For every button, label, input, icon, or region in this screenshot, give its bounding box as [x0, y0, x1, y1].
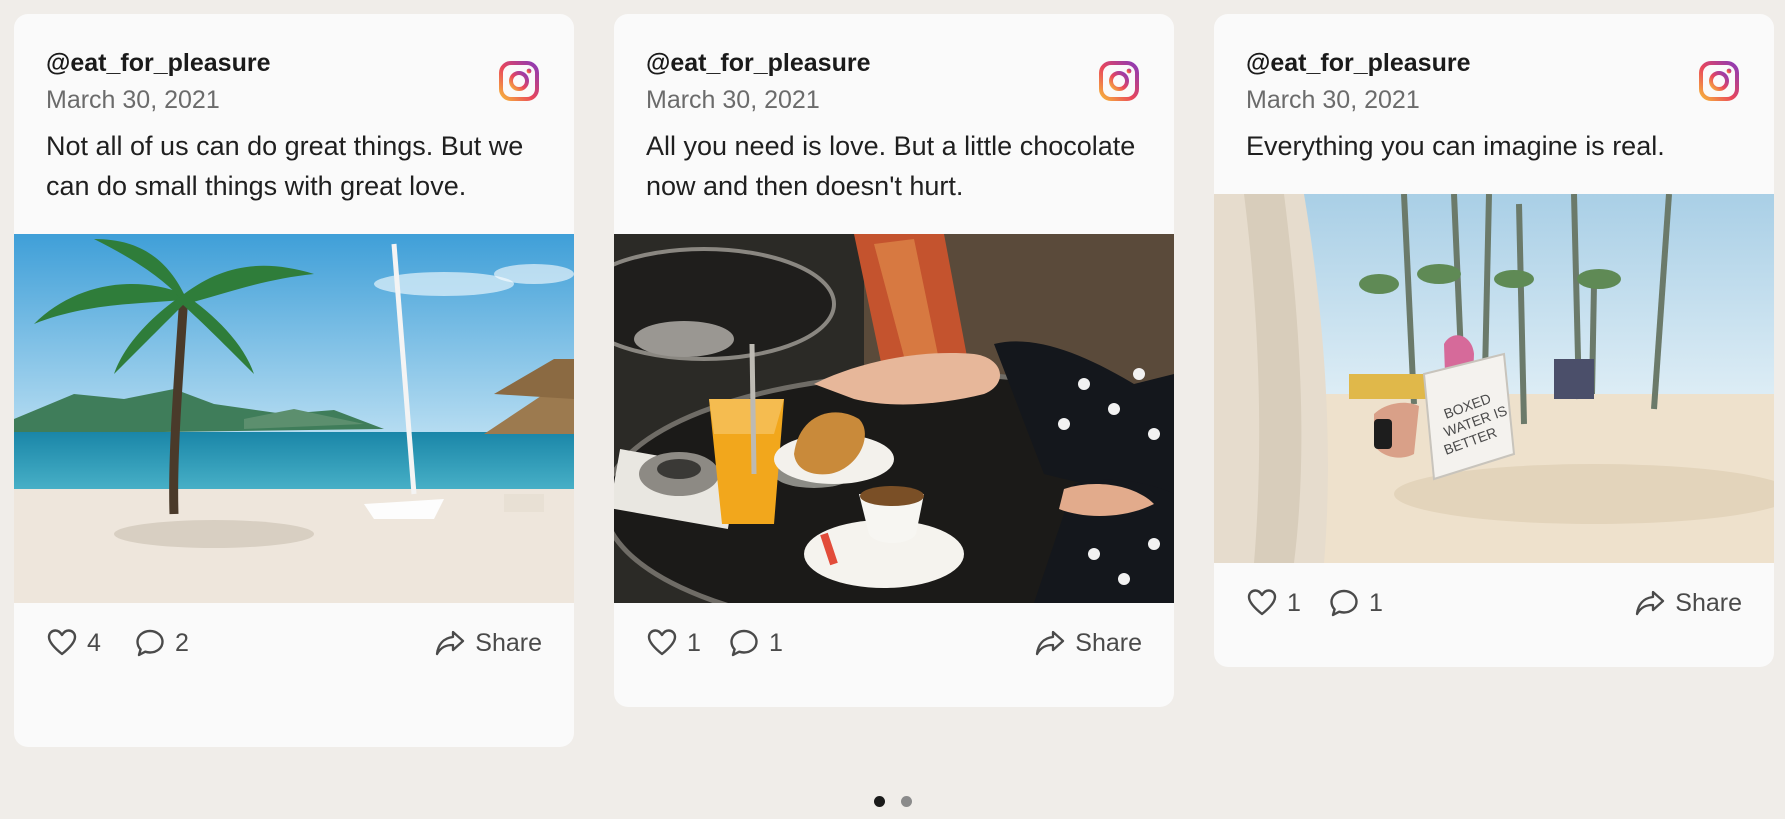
share-button[interactable]: Share	[1634, 587, 1742, 619]
post-author[interactable]: @eat_for_pleasure	[46, 48, 542, 78]
post-card[interactable]: @eat_for_pleasure March 30, 2021 Everyth…	[1214, 14, 1774, 667]
social-feed: @eat_for_pleasure March 30, 2021 Not all…	[0, 0, 1785, 819]
post-actions: 1 1 Share	[614, 603, 1174, 695]
like-count: 1	[1287, 588, 1301, 617]
instagram-icon[interactable]	[1698, 60, 1740, 102]
post-caption: All you need is love. But a little choco…	[646, 131, 1136, 201]
post-photo-cafe[interactable]	[614, 234, 1174, 603]
post-actions: 1 1 Share	[1214, 563, 1774, 655]
post-actions: 4 2 Share	[14, 603, 574, 695]
comment-bubble-icon	[730, 629, 758, 657]
comment-count: 1	[1369, 588, 1383, 617]
post-author[interactable]: @eat_for_pleasure	[646, 48, 1142, 78]
share-label: Share	[1675, 588, 1742, 617]
post-date: March 30, 2021	[46, 86, 220, 114]
comment-bubble-icon	[136, 629, 164, 657]
like-button[interactable]: 1	[1246, 587, 1301, 619]
share-arrow-icon	[1636, 590, 1665, 616]
post-photo-beach[interactable]	[14, 234, 574, 603]
post-header: @eat_for_pleasure March 30, 2021	[614, 14, 1174, 126]
share-arrow-icon	[436, 630, 465, 656]
share-button[interactable]: Share	[434, 627, 542, 659]
pagination-dot-2[interactable]	[900, 796, 912, 807]
pagination-dot-1[interactable]	[873, 796, 885, 807]
heart-icon	[47, 629, 77, 656]
share-label: Share	[475, 628, 542, 657]
post-date: March 30, 2021	[646, 86, 820, 114]
instagram-icon[interactable]	[1098, 60, 1140, 102]
comment-bubble-icon	[1330, 589, 1358, 617]
post-caption: Not all of us can do great things. But w…	[46, 131, 524, 201]
post-card[interactable]: @eat_for_pleasure March 30, 2021 All you…	[614, 14, 1174, 707]
post-photo-boxed-water[interactable]: BOXED WATER IS BETTER	[1214, 194, 1774, 563]
share-button[interactable]: Share	[1034, 627, 1142, 659]
comment-count: 2	[175, 628, 189, 657]
instagram-icon[interactable]	[498, 60, 540, 102]
comment-button[interactable]: 1	[728, 627, 783, 659]
like-button[interactable]: 4	[46, 627, 101, 659]
share-label: Share	[1075, 628, 1142, 657]
post-caption: Everything you can imagine is real.	[1246, 131, 1665, 161]
like-count: 1	[687, 628, 701, 657]
post-header: @eat_for_pleasure March 30, 2021	[14, 14, 574, 126]
share-arrow-icon	[1036, 630, 1065, 656]
like-button[interactable]: 1	[646, 627, 701, 659]
post-card[interactable]: @eat_for_pleasure March 30, 2021 Not all…	[14, 14, 574, 747]
post-date: March 30, 2021	[1246, 86, 1420, 114]
comment-count: 1	[769, 628, 783, 657]
like-count: 4	[87, 628, 101, 657]
carousel-pagination	[0, 796, 1785, 807]
post-header: @eat_for_pleasure March 30, 2021	[1214, 14, 1774, 126]
comment-button[interactable]: 1	[1328, 587, 1383, 619]
heart-icon	[647, 629, 677, 656]
post-author[interactable]: @eat_for_pleasure	[1246, 48, 1742, 78]
heart-icon	[1247, 589, 1277, 616]
comment-button[interactable]: 2	[134, 627, 189, 659]
